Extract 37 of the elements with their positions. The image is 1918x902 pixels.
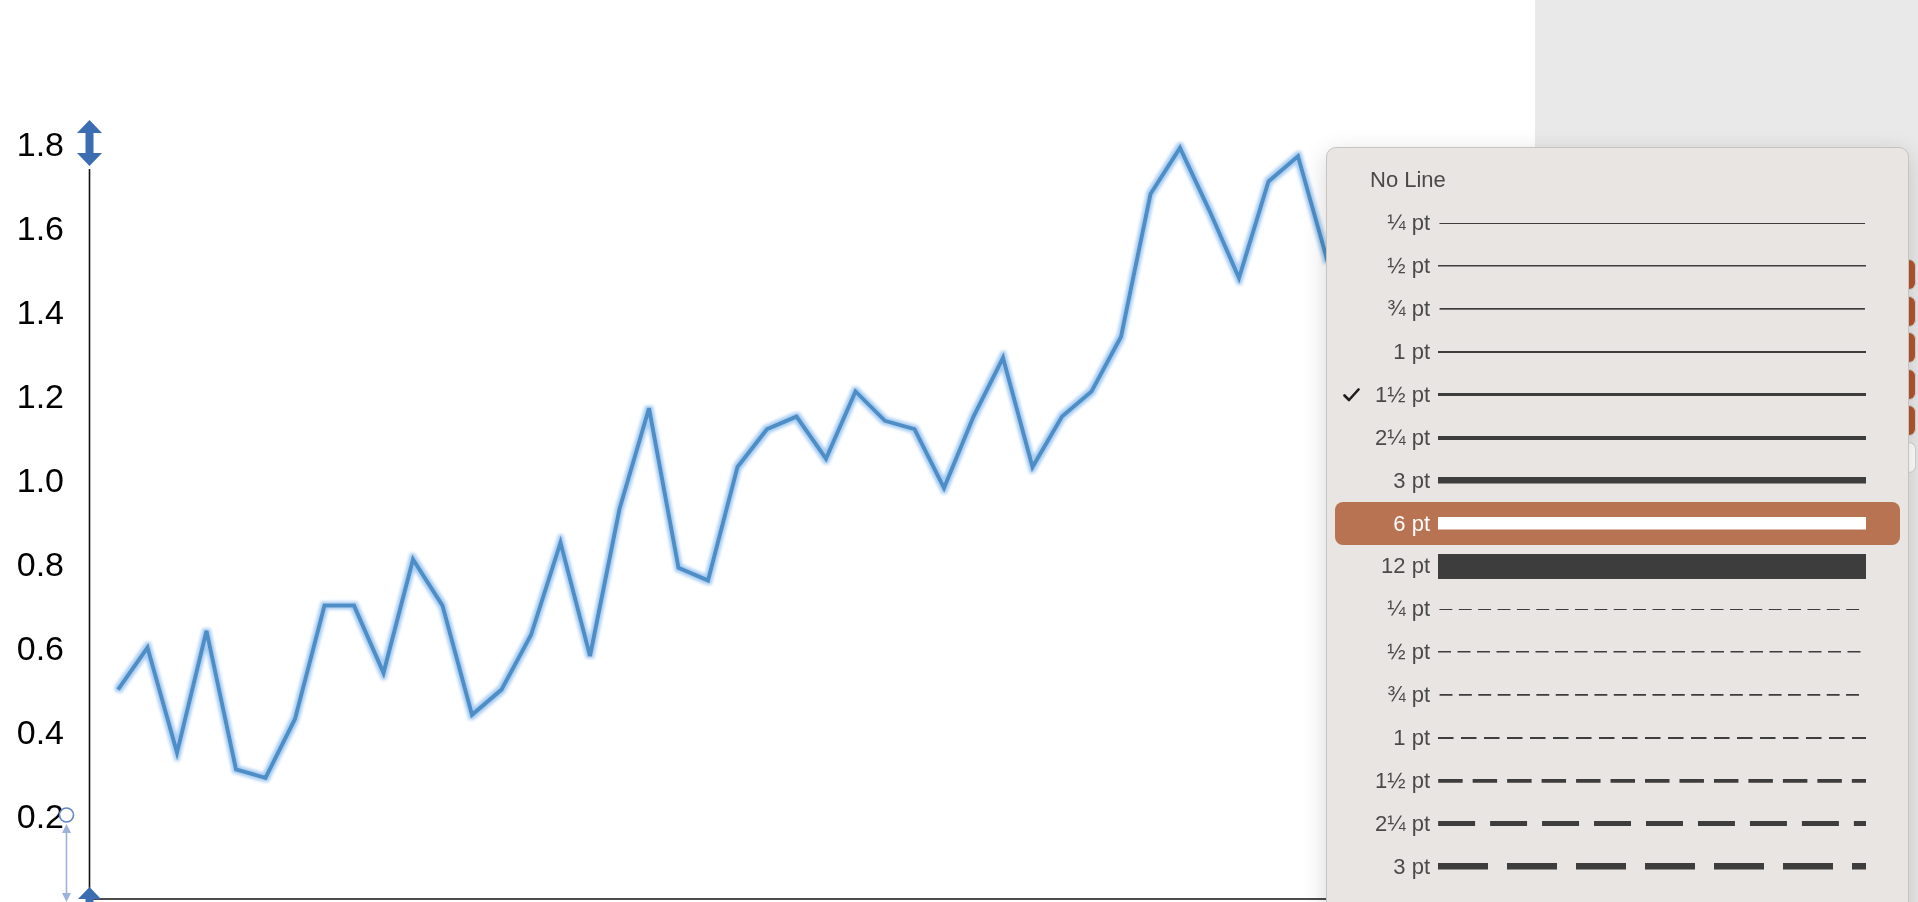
menu-item[interactable]: 3 pt	[1335, 845, 1900, 889]
y-tick-label: 0.2	[16, 796, 64, 835]
solid-line-icon	[1437, 351, 1866, 353]
menu-item[interactable]: 2¼ pt	[1335, 416, 1900, 460]
menu-item[interactable]: 12 pt	[1335, 545, 1900, 588]
y-tick-label: 0.8	[16, 544, 64, 583]
menu-item[interactable]: 2¼ pt	[1335, 802, 1900, 846]
dashed-line-icon	[1437, 863, 1866, 870]
y-tick-label: 1.2	[16, 376, 64, 415]
menu-item[interactable]: ¾ pt	[1335, 673, 1900, 717]
resize-handle-icon[interactable]	[77, 120, 102, 166]
menu-item[interactable]: ¾ pt	[1335, 287, 1900, 331]
menu-item[interactable]: 1 pt	[1335, 716, 1900, 760]
menu-item[interactable]: 1 pt	[1335, 330, 1900, 374]
solid-line-icon	[1437, 222, 1866, 225]
menu-item[interactable]: 3 pt	[1335, 459, 1900, 503]
y-tick-label: 1.4	[16, 292, 64, 331]
solid-line-icon	[1437, 265, 1866, 267]
menu-item[interactable]: ¼ pt	[1335, 201, 1900, 245]
y-tick-label: 1.0	[16, 460, 64, 499]
dashed-line-icon	[1437, 779, 1866, 783]
menu-item[interactable]: ½ pt	[1335, 244, 1900, 288]
dashed-line-icon	[1437, 821, 1866, 827]
y-tick-label: 0.4	[16, 712, 64, 751]
y-tick-label: 0.6	[16, 628, 64, 667]
solid-line-icon	[1437, 308, 1866, 310]
dashed-line-icon	[1437, 737, 1866, 739]
y-tick-label: 1.6	[16, 208, 64, 247]
menu-item[interactable]: ½ pt	[1335, 630, 1900, 674]
menu-item[interactable]: No Line	[1335, 159, 1900, 202]
arrow-handle-icon[interactable]	[78, 887, 101, 902]
y-tick-label: 1.8	[16, 124, 64, 163]
menu-item[interactable]: 1½ pt	[1335, 373, 1900, 417]
menu-item[interactable]: 6 pt	[1335, 502, 1900, 545]
solid-line-icon	[1437, 393, 1866, 397]
menu-item[interactable]: ¼ pt	[1335, 587, 1900, 631]
menu-item[interactable]: 1½ pt	[1335, 759, 1900, 803]
